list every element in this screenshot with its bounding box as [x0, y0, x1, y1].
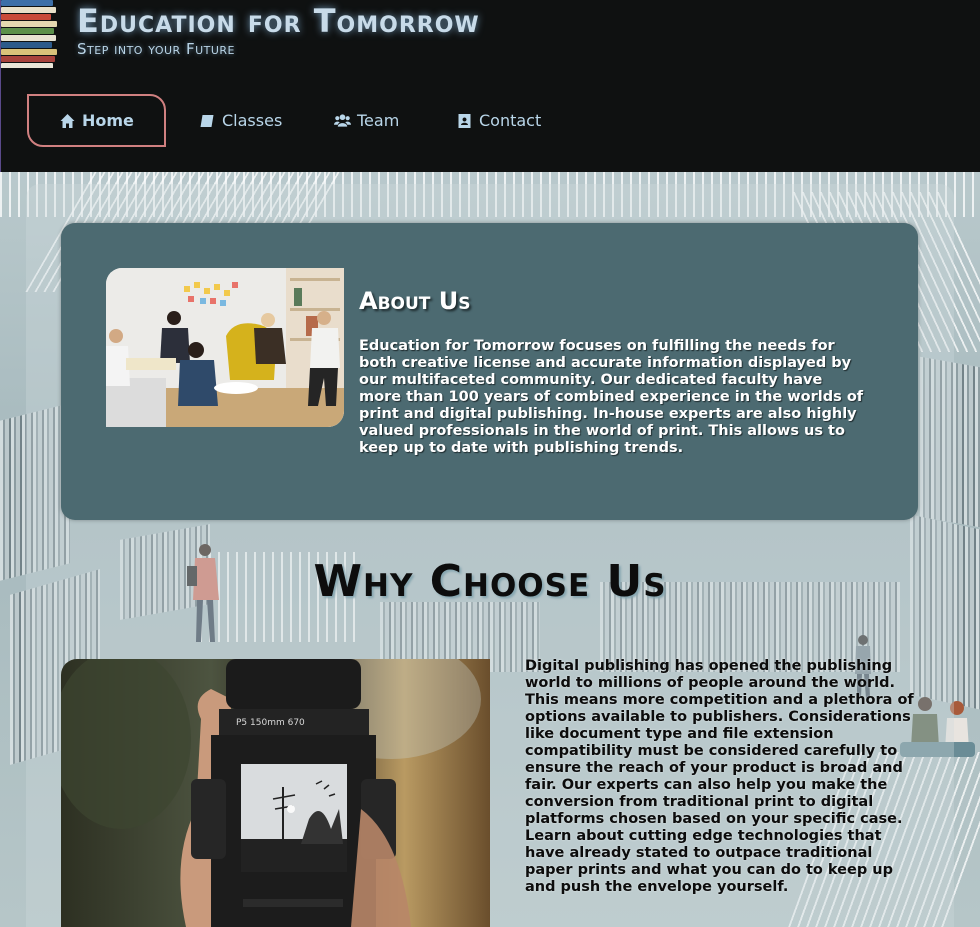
- nav-team-label: Team: [357, 111, 400, 130]
- site-subtitle: Step into your Future: [77, 40, 235, 58]
- team-meeting-photo: [106, 268, 344, 427]
- nav-classes[interactable]: Classes: [199, 94, 282, 147]
- book-icon: [200, 114, 214, 127]
- home-icon: [60, 113, 75, 128]
- nav-home-label: Home: [82, 111, 134, 130]
- camera-lens-text: P5 150mm 670: [236, 718, 305, 728]
- nav-contact-label: Contact: [479, 111, 542, 130]
- site-title[interactable]: Education for Tomorrow: [77, 2, 480, 40]
- nav-contact[interactable]: Contact: [456, 94, 541, 147]
- about-text: Education for Tomorrow focuses on fulfil…: [359, 338, 864, 456]
- why-heading: Why Choose Us: [313, 556, 667, 607]
- main-nav: Home Classes Team Contact: [1, 94, 980, 148]
- nav-team[interactable]: Team: [334, 94, 399, 147]
- contact-card-icon: [458, 113, 471, 128]
- users-icon: [334, 113, 351, 127]
- about-section: About Us Education for Tomorrow focuses …: [61, 223, 918, 520]
- why-text: Digital publishing has opened the publis…: [525, 658, 914, 895]
- camera-photo: P5 150mm 670: [61, 659, 490, 927]
- nav-classes-label: Classes: [222, 111, 283, 130]
- about-heading: About Us: [359, 287, 471, 315]
- logo-books-image[interactable]: [1, 0, 58, 68]
- nav-home[interactable]: Home: [27, 94, 166, 147]
- site-header: Education for Tomorrow Step into your Fu…: [0, 0, 980, 172]
